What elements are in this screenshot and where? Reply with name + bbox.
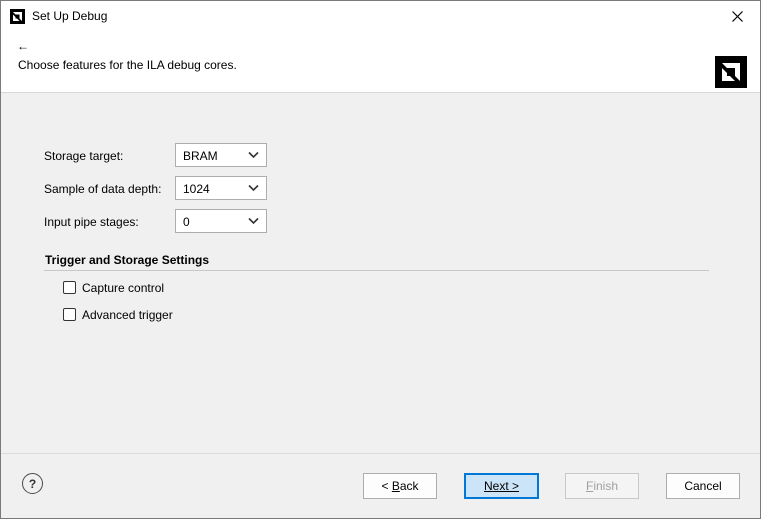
set-up-debug-dialog: Set Up Debug ← Choose features for the I… <box>0 0 761 519</box>
help-icon[interactable]: ? <box>22 473 43 494</box>
capture-control-checkbox[interactable] <box>63 281 76 294</box>
storage-target-label: Storage target: <box>44 149 124 163</box>
title-bar: Set Up Debug <box>1 1 760 32</box>
advanced-trigger-label[interactable]: Advanced trigger <box>82 308 173 322</box>
back-button-mnemonic: B <box>391 479 400 493</box>
chevron-down-icon <box>248 151 259 159</box>
finish-button-rest: inish <box>593 479 619 493</box>
finish-button-mnemonic: F <box>585 479 594 493</box>
input-pipe-stages-label: Input pipe stages: <box>44 215 139 229</box>
next-button-rest: ext > <box>492 479 520 493</box>
sample-depth-select[interactable]: 1024 <box>175 176 267 200</box>
section-title: Trigger and Storage Settings <box>45 253 210 267</box>
wizard-header: ← Choose features for the ILA debug core… <box>1 32 760 93</box>
capture-control-label[interactable]: Capture control <box>82 281 164 295</box>
amd-logo-icon <box>715 56 747 88</box>
sample-depth-label: Sample of data depth: <box>44 182 162 196</box>
section-divider <box>44 270 709 271</box>
storage-target-value: BRAM <box>183 149 218 163</box>
footer-divider <box>1 453 760 454</box>
back-button-prefix: < <box>381 479 392 493</box>
input-pipe-stages-value: 0 <box>183 215 190 229</box>
next-button-mnemonic: N <box>483 479 493 493</box>
back-arrow-icon[interactable]: ← <box>17 40 29 52</box>
page-description: Choose features for the ILA debug cores. <box>18 58 237 72</box>
window-title: Set Up Debug <box>32 9 108 23</box>
next-button[interactable]: Next > <box>464 473 539 499</box>
amd-logo-icon <box>10 9 25 24</box>
help-glyph: ? <box>28 476 37 491</box>
chevron-down-icon <box>248 184 259 192</box>
close-button[interactable] <box>714 1 760 32</box>
chevron-down-icon <box>248 217 259 225</box>
sample-depth-value: 1024 <box>183 182 210 196</box>
cancel-button-label: Cancel <box>684 479 722 493</box>
advanced-trigger-checkbox[interactable] <box>63 308 76 321</box>
cancel-button[interactable]: Cancel <box>666 473 740 499</box>
back-button-rest: ack <box>399 479 419 493</box>
storage-target-select[interactable]: BRAM <box>175 143 267 167</box>
finish-button[interactable]: Finish <box>565 473 639 499</box>
input-pipe-stages-select[interactable]: 0 <box>175 209 267 233</box>
back-button[interactable]: < Back <box>363 473 437 499</box>
close-icon <box>731 11 743 22</box>
